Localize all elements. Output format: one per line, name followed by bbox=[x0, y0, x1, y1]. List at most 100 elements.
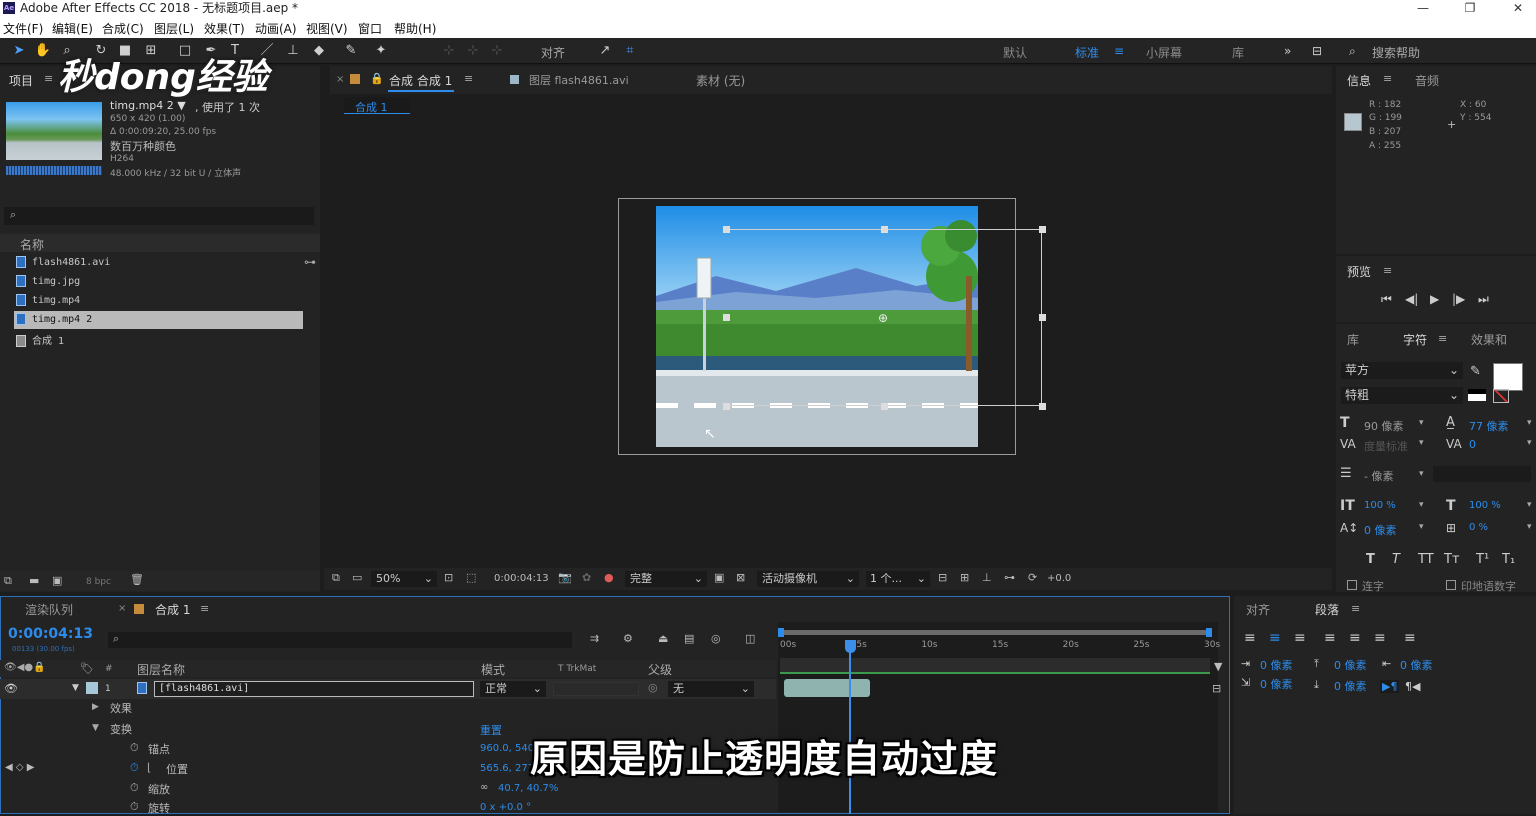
kerning-value[interactable]: 度量标准 bbox=[1364, 438, 1408, 454]
tab-project[interactable]: 项目 bbox=[9, 72, 33, 89]
info-menu-icon[interactable]: ≡ bbox=[1383, 72, 1392, 85]
resolution-select[interactable]: 完整 ⌄ bbox=[625, 571, 707, 587]
motion-blur-icon[interactable]: ◎ bbox=[711, 632, 721, 645]
chevron-down-icon[interactable]: ▾ bbox=[1419, 438, 1424, 448]
toggle-view-icon[interactable]: ⊟ bbox=[938, 571, 947, 584]
font-style-select[interactable]: 特粗 ⌄ bbox=[1341, 387, 1463, 404]
project-menu-icon[interactable]: ≡ bbox=[44, 72, 53, 85]
rotation-value[interactable]: 0 x +0.0 ° bbox=[480, 802, 531, 813]
stamp-tool-icon[interactable]: ⊥ bbox=[284, 42, 302, 60]
layer-search-input[interactable] bbox=[108, 632, 572, 648]
constrain-link-icon[interactable]: ∞ bbox=[480, 782, 488, 793]
flowchart-view-icon[interactable]: ⊶ bbox=[1004, 571, 1015, 584]
eyedropper-icon[interactable]: ✎ bbox=[1470, 364, 1481, 379]
exposure-value[interactable]: +0.0 bbox=[1047, 573, 1071, 584]
transparency-grid-icon[interactable]: ⬚ bbox=[466, 571, 476, 584]
fast-preview-icon[interactable]: ⊠ bbox=[736, 571, 745, 584]
layer-name-field[interactable]: [flash4861.avi] bbox=[154, 681, 474, 697]
zoom-select[interactable]: 50% ⌄ bbox=[371, 571, 437, 587]
work-area-start[interactable] bbox=[778, 628, 784, 637]
menu-file[interactable]: 文件(F) bbox=[3, 20, 43, 37]
more-workspaces-icon[interactable]: » bbox=[1284, 44, 1291, 58]
workspace-small-screen[interactable]: 小屏幕 bbox=[1146, 44, 1182, 61]
comp-flowchart-icon[interactable]: ⊥ bbox=[982, 571, 992, 584]
region-of-interest-icon[interactable]: ▣ bbox=[714, 571, 724, 584]
menu-layer[interactable]: 图层(L) bbox=[154, 20, 194, 37]
graph-editor-icon[interactable]: ◫ bbox=[745, 632, 755, 645]
snap-grid-icon[interactable]: ⌗ bbox=[621, 42, 639, 60]
small-caps-button[interactable]: Tт bbox=[1444, 552, 1460, 567]
transform-handle[interactable] bbox=[881, 226, 888, 233]
align-right-icon[interactable]: ≡ bbox=[1294, 630, 1306, 646]
shy-layers-icon[interactable]: ⏏ bbox=[658, 632, 668, 645]
scale-value[interactable]: 40.7, 40.7% bbox=[498, 783, 558, 794]
justify-center-icon[interactable]: ≡ bbox=[1349, 630, 1361, 646]
viewer-menu-icon[interactable]: ≡ bbox=[464, 72, 473, 85]
menu-window[interactable]: 窗口 bbox=[358, 20, 382, 37]
work-area-bar[interactable] bbox=[780, 630, 1212, 635]
faux-bold-button[interactable]: T bbox=[1366, 552, 1375, 567]
workspace-menu-icon[interactable]: ≡ bbox=[1114, 44, 1124, 58]
tab-align[interactable]: 对齐 bbox=[1246, 601, 1270, 618]
comp-mini-flowchart-icon[interactable]: ⇉ bbox=[590, 632, 599, 645]
baseline-shift-value[interactable]: 0 像素 bbox=[1364, 522, 1397, 538]
search-help-icon[interactable]: ⌕ bbox=[1349, 44, 1356, 59]
preview-toggle-icon[interactable]: ⧉ bbox=[332, 571, 340, 585]
lock-icon[interactable]: 🔒 bbox=[370, 72, 384, 85]
indent-right-value[interactable]: 0 像素 bbox=[1400, 657, 1433, 673]
reset-link[interactable]: 重置 bbox=[480, 722, 502, 738]
menu-help[interactable]: 帮助(H) bbox=[394, 20, 436, 37]
menu-view[interactable]: 视图(V) bbox=[306, 20, 348, 37]
justify-all-icon[interactable]: ≡ bbox=[1404, 630, 1416, 646]
stopwatch-active-icon[interactable]: ⏱ bbox=[130, 761, 139, 775]
tab-info[interactable]: 信息 bbox=[1347, 72, 1371, 89]
minimize-button[interactable]: — bbox=[1408, 0, 1438, 16]
space-after-value[interactable]: 0 像素 bbox=[1334, 678, 1367, 694]
timeline-timecode[interactable]: 0:00:04:13 bbox=[8, 626, 93, 642]
subscript-button[interactable]: T₁ bbox=[1502, 552, 1515, 567]
camera-select[interactable]: 活动摄像机 ⌄ bbox=[757, 571, 859, 587]
project-item-timg-mp4-2[interactable]: timg.mp4 2 bbox=[16, 313, 92, 325]
visibility-eye-icon[interactable]: 👁 bbox=[4, 682, 18, 695]
font-size-value[interactable]: 90 像素 bbox=[1364, 418, 1404, 434]
bit-depth-label[interactable]: 8 bpc bbox=[86, 577, 111, 587]
view-axis-icon[interactable]: ⊹ bbox=[488, 42, 506, 60]
transform-handle[interactable] bbox=[1039, 403, 1046, 410]
playhead-handle[interactable] bbox=[844, 640, 856, 653]
exposure-reset-icon[interactable]: ⟳ bbox=[1028, 571, 1037, 584]
default-colors-icon[interactable] bbox=[1468, 389, 1486, 401]
tab-composition[interactable]: 合成 合成 1 bbox=[389, 72, 452, 89]
frame-blending-icon[interactable]: ▤ bbox=[684, 632, 694, 645]
next-frame-icon[interactable]: |▶ bbox=[1452, 292, 1465, 306]
tab-preview[interactable]: 预览 bbox=[1347, 263, 1371, 280]
chevron-down-icon[interactable]: ▾ bbox=[1527, 522, 1532, 532]
tab-character[interactable]: 字符 bbox=[1403, 331, 1427, 348]
close-tab-icon[interactable]: × bbox=[118, 603, 126, 614]
layer-duration-bar[interactable] bbox=[784, 679, 870, 697]
close-button[interactable]: ✕ bbox=[1503, 0, 1533, 16]
tsume-value[interactable]: 0 % bbox=[1469, 522, 1488, 533]
close-tab-icon[interactable]: × bbox=[336, 74, 344, 85]
new-comp-icon[interactable]: ▣ bbox=[52, 574, 62, 587]
tab-effects[interactable]: 效果和 bbox=[1471, 331, 1507, 348]
vertical-scale-value[interactable]: 100 % bbox=[1364, 500, 1396, 511]
new-folder-icon[interactable]: ▬ bbox=[29, 574, 39, 587]
transform-handle[interactable] bbox=[881, 403, 888, 410]
timeline-menu-icon[interactable]: ≡ bbox=[200, 602, 209, 615]
all-caps-button[interactable]: TT bbox=[1418, 552, 1434, 567]
column-parent[interactable]: 父级 bbox=[648, 661, 672, 678]
chevron-down-icon[interactable]: ▾ bbox=[1419, 500, 1424, 510]
tab-paragraph[interactable]: 段落 bbox=[1315, 601, 1339, 618]
chevron-down-icon[interactable]: ▾ bbox=[1419, 418, 1424, 428]
tab-render-queue[interactable]: 渲染队列 bbox=[25, 601, 73, 618]
graph-icon[interactable]: ⌊ bbox=[147, 761, 151, 774]
snap-option-icon[interactable]: ↗ bbox=[596, 42, 614, 60]
stopwatch-icon[interactable]: ⏱ bbox=[130, 741, 139, 755]
viewer-timecode[interactable]: 0:00:04:13 bbox=[494, 573, 549, 584]
puppet-tool-icon[interactable]: ✦ bbox=[372, 42, 390, 60]
stroke-style-select[interactable] bbox=[1433, 466, 1531, 482]
project-item-comp1[interactable]: 合成 1 bbox=[16, 332, 64, 347]
font-family-select[interactable]: 苹方 ⌄ bbox=[1341, 362, 1463, 379]
project-item-timg-jpg[interactable]: timg.jpg bbox=[16, 275, 80, 287]
transform-handle[interactable] bbox=[723, 403, 730, 410]
